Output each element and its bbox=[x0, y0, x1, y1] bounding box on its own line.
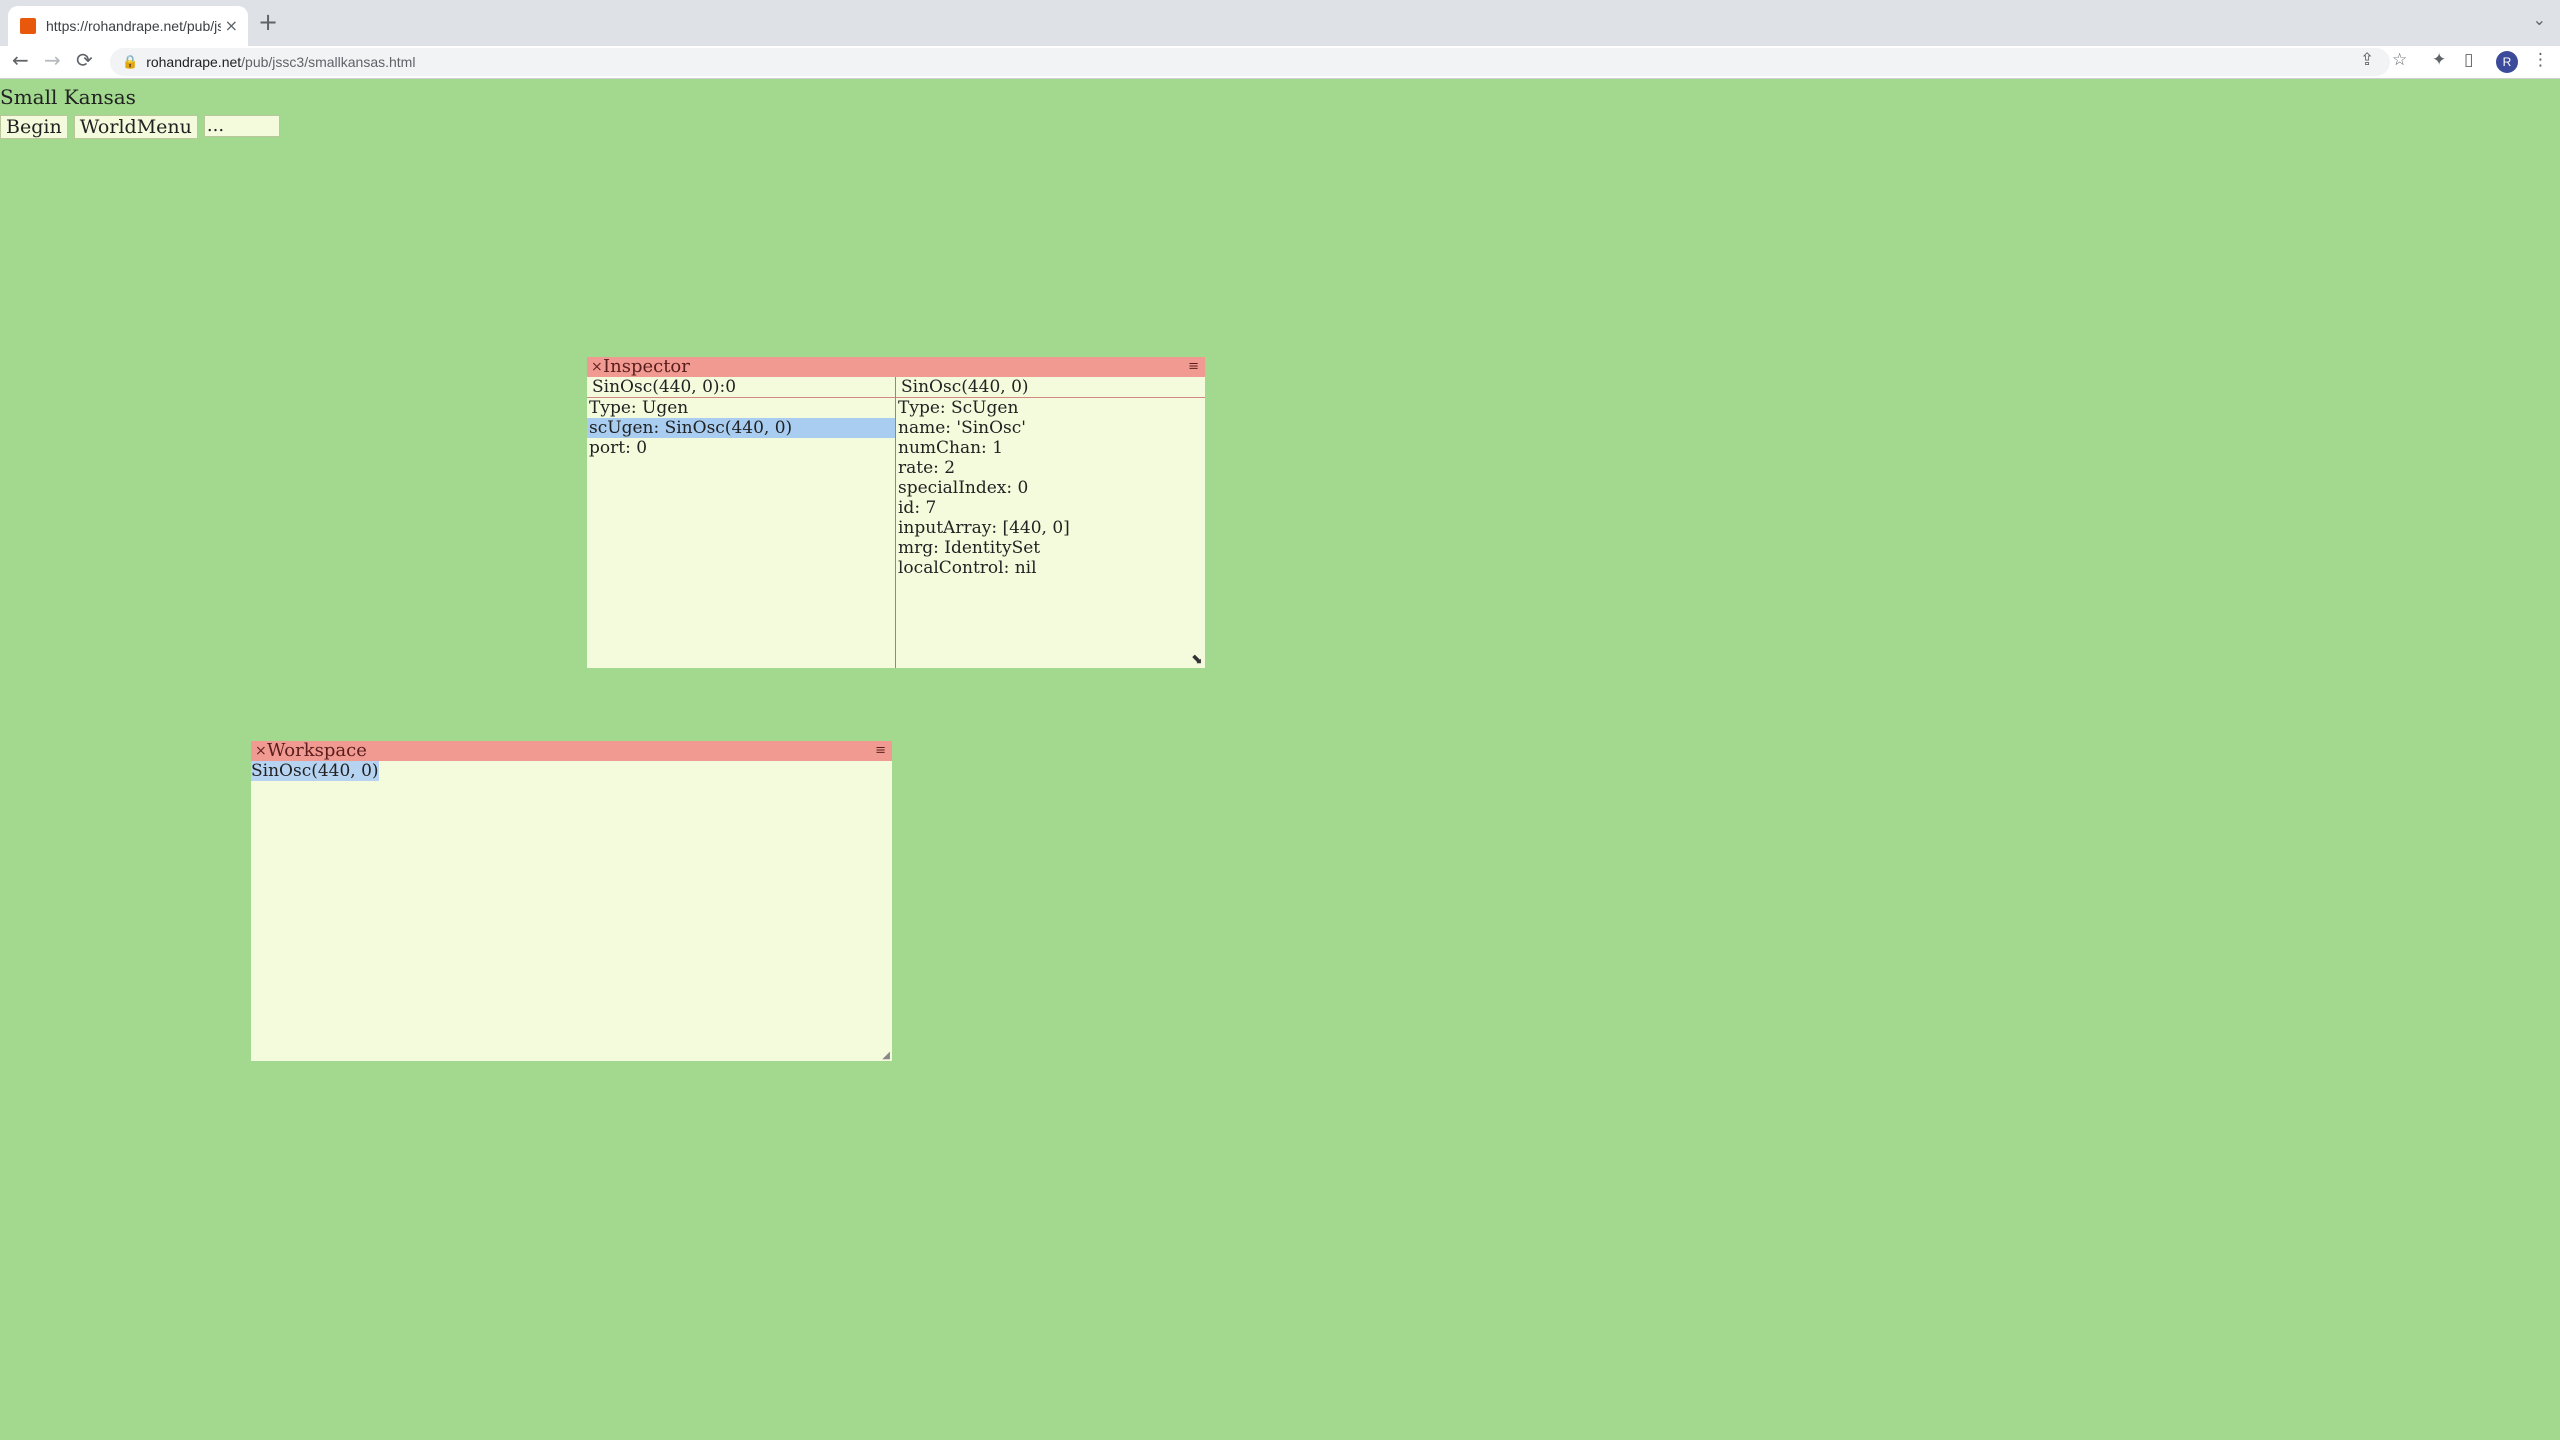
back-icon[interactable]: ← bbox=[12, 48, 29, 72]
window-menu-icon[interactable]: ≡ bbox=[875, 741, 886, 761]
window-menu-icon[interactable]: ≡ bbox=[1188, 357, 1199, 377]
page-title: Small Kansas bbox=[0, 85, 136, 109]
list-item[interactable]: name: 'SinOsc' bbox=[896, 418, 1205, 438]
share-icon[interactable]: ⇪ bbox=[2360, 50, 2374, 70]
list-item[interactable]: numChan: 1 bbox=[896, 438, 1205, 458]
close-icon[interactable]: × bbox=[591, 357, 603, 377]
list-item[interactable]: mrg: IdentitySet bbox=[896, 538, 1205, 558]
workspace-editor[interactable]: SinOsc(440, 0) bbox=[251, 761, 379, 781]
url-path: /pub/jssc3/smallkansas.html bbox=[241, 54, 416, 70]
address-bar[interactable]: 🔒 rohandrape.net/pub/jssc3/smallkansas.h… bbox=[110, 48, 2390, 76]
begin-button[interactable]: Begin bbox=[0, 115, 68, 139]
inspector-left-header: SinOsc(440, 0):0 bbox=[587, 377, 895, 398]
list-item[interactable]: localControl: nil bbox=[896, 558, 1205, 578]
inspector-window[interactable]: × Inspector ≡ SinOsc(440, 0):0 Type: Uge… bbox=[587, 357, 1205, 668]
side-panel-icon[interactable]: ▯ bbox=[2464, 50, 2473, 70]
tab-title: https://rohandrape.net/pub/jssc3/smallka… bbox=[46, 18, 221, 34]
list-item[interactable]: specialIndex: 0 bbox=[896, 478, 1205, 498]
command-input[interactable]: ... bbox=[203, 115, 280, 137]
worldmenu-button[interactable]: WorldMenu bbox=[73, 115, 198, 139]
inspector-right-pane[interactable]: SinOsc(440, 0) Type: ScUgen name: 'SinOs… bbox=[896, 377, 1205, 668]
list-item[interactable]: port: 0 bbox=[587, 438, 895, 458]
browser-menu-icon[interactable]: ⋮ bbox=[2532, 50, 2549, 70]
reload-icon[interactable]: ⟳ bbox=[76, 48, 93, 72]
star-icon[interactable]: ☆ bbox=[2392, 50, 2407, 70]
selected-code[interactable]: SinOsc(440, 0) bbox=[251, 761, 379, 781]
workspace-window[interactable]: × Workspace ≡ SinOsc(440, 0) ◢ bbox=[251, 741, 892, 1061]
lock-icon[interactable]: 🔒 bbox=[122, 55, 138, 70]
inspector-left-pane[interactable]: SinOsc(440, 0):0 Type: Ugen scUgen: SinO… bbox=[587, 377, 896, 668]
workspace-title: Workspace bbox=[267, 740, 367, 761]
list-item[interactable]: id: 7 bbox=[896, 498, 1205, 518]
browser-tab-bar: https://rohandrape.net/pub/jssc3/smallka… bbox=[0, 0, 2560, 46]
workspace-titlebar[interactable]: × Workspace ≡ bbox=[251, 741, 892, 761]
page-body: Small Kansas Begin WorldMenu ... × Inspe… bbox=[0, 79, 2560, 1440]
list-item[interactable]: Type: ScUgen bbox=[896, 398, 1205, 418]
inspector-right-header: SinOsc(440, 0) bbox=[896, 377, 1205, 398]
tab-search-icon[interactable]: ⌄ bbox=[2533, 10, 2546, 29]
resize-handle-icon[interactable]: ◢ bbox=[882, 1050, 890, 1061]
top-menu-row: Begin WorldMenu ... bbox=[0, 115, 280, 139]
inspector-titlebar[interactable]: × Inspector ≡ bbox=[587, 357, 1205, 377]
new-tab-icon[interactable]: + bbox=[258, 8, 278, 36]
forward-icon[interactable]: → bbox=[44, 48, 61, 72]
url-host: rohandrape.net bbox=[146, 54, 242, 70]
resize-handle-icon[interactable]: ⬊ bbox=[1191, 652, 1203, 668]
close-icon[interactable]: × bbox=[255, 741, 267, 761]
close-tab-icon[interactable]: × bbox=[225, 16, 238, 35]
extensions-icon[interactable]: ✦ bbox=[2432, 50, 2446, 70]
inspector-title: Inspector bbox=[603, 356, 690, 377]
profile-avatar[interactable]: R bbox=[2496, 51, 2518, 73]
browser-tab[interactable]: https://rohandrape.net/pub/jssc3/smallka… bbox=[8, 6, 248, 46]
favicon-icon bbox=[20, 18, 36, 34]
url-text: rohandrape.net/pub/jssc3/smallkansas.htm… bbox=[146, 54, 415, 70]
browser-toolbar: ← → ⟳ 🔒 rohandrape.net/pub/jssc3/smallka… bbox=[0, 46, 2560, 79]
list-item[interactable]: Type: Ugen bbox=[587, 398, 895, 418]
list-item-selected[interactable]: scUgen: SinOsc(440, 0) bbox=[587, 418, 895, 438]
list-item[interactable]: rate: 2 bbox=[896, 458, 1205, 478]
list-item[interactable]: inputArray: [440, 0] bbox=[896, 518, 1205, 538]
